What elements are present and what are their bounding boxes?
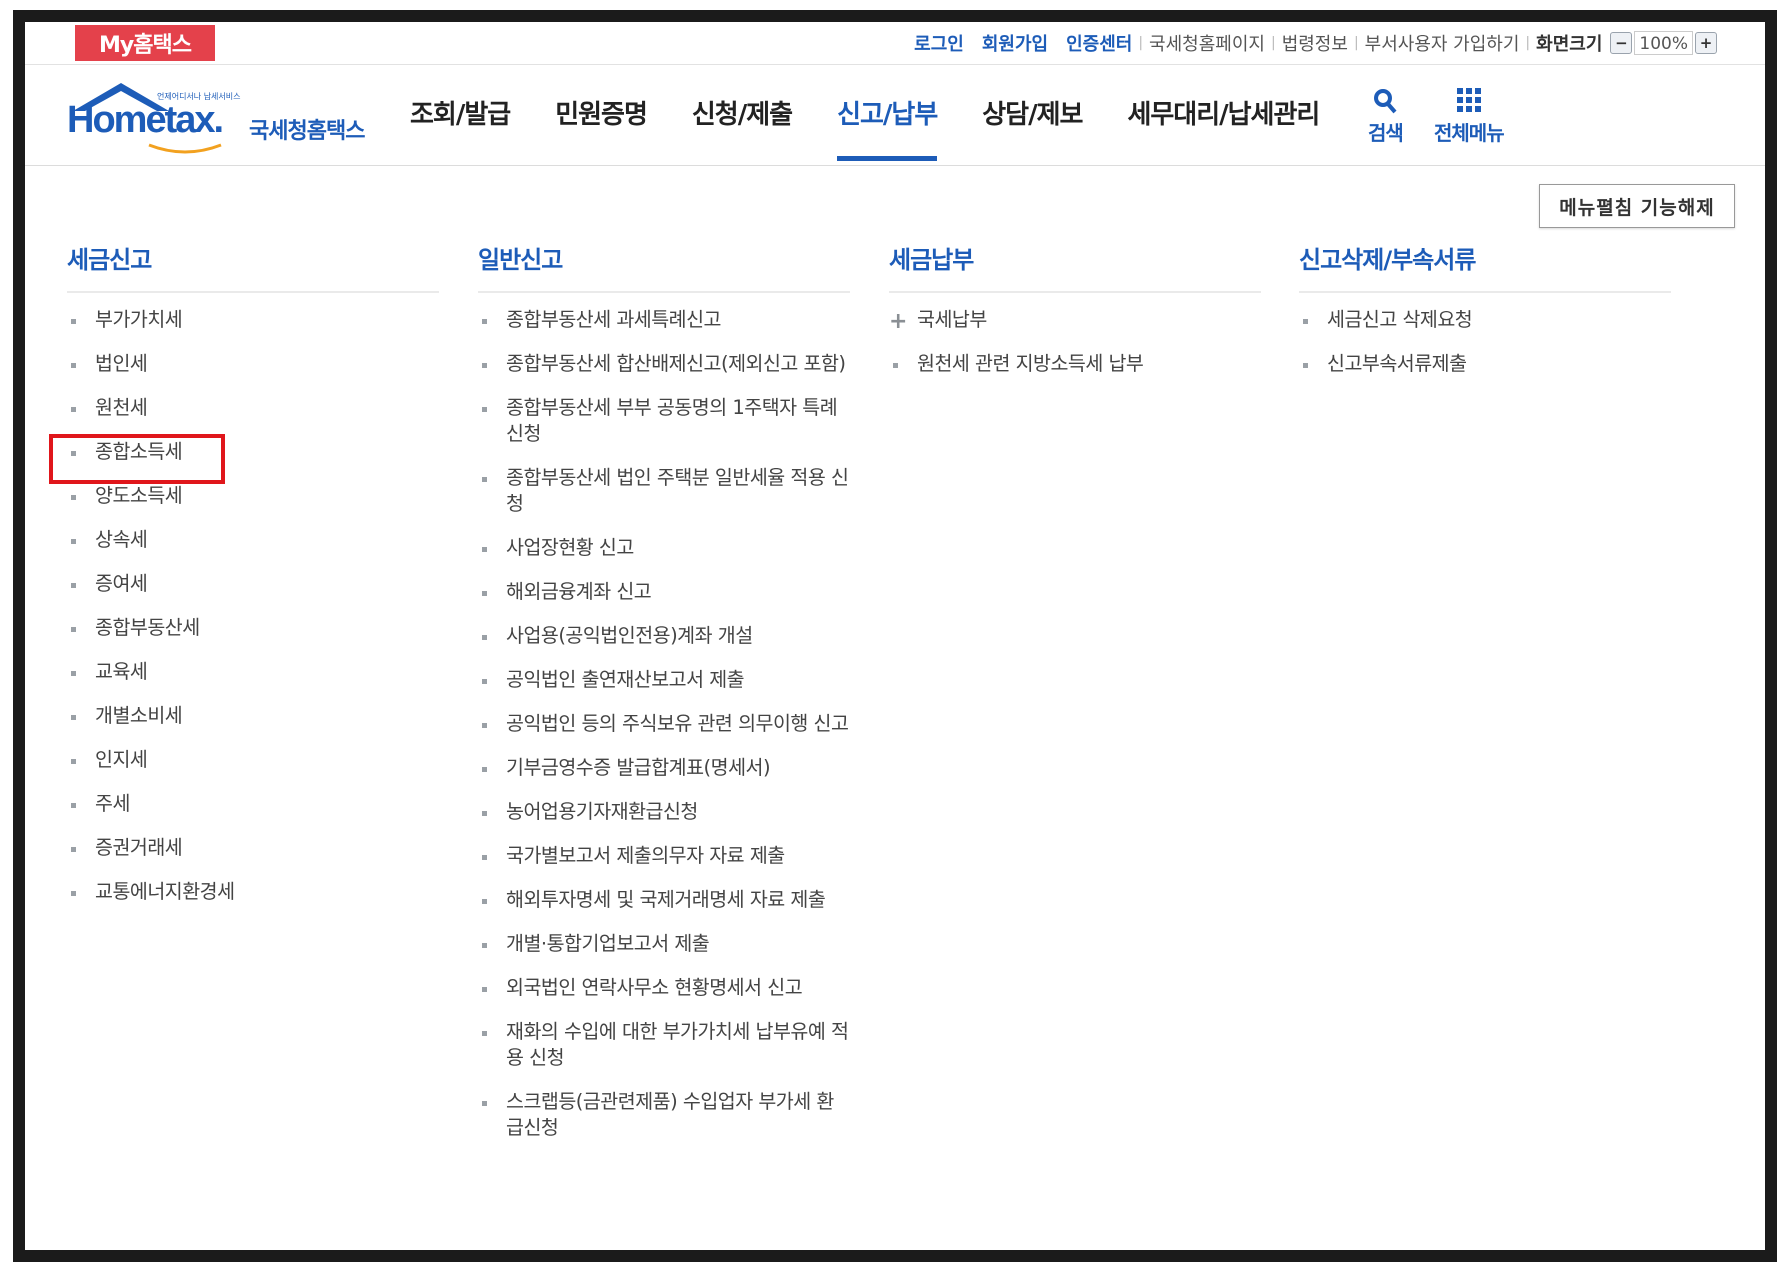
search-label: 검색 — [1368, 121, 1404, 145]
menu-item[interactable]: 국가별보고서 제출의무자 자료 제출 — [478, 843, 850, 869]
cert-center-link[interactable]: 인증센터 — [1066, 30, 1132, 56]
menu-column-general-filing: 일반신고 종합부동산세 과세특례신고 종합부동산세 합산배제신고(제외신고 포함… — [478, 240, 850, 1159]
menu-item-transfer-income-tax[interactable]: 양도소득세 — [67, 483, 439, 509]
logo-smile-icon — [148, 143, 222, 154]
menu-item[interactable]: 종합부동산세 법인 주택분 일반세율 적용 신청 — [478, 465, 850, 517]
app-frame: My홈택스 로그인 회원가입 인증센터 | 국세청홈페이지 | 법령정보 | 부… — [13, 10, 1777, 1262]
law-info-link[interactable]: 법령정보 — [1282, 30, 1348, 56]
menu-item-liquor-tax[interactable]: 주세 — [67, 791, 439, 817]
column-title: 세금납부 — [889, 240, 1261, 293]
menu-item-energy-tax[interactable]: 교통에너지환경세 — [67, 879, 439, 905]
menu-item[interactable]: 기부금영수증 발급합계표(명세서) — [478, 755, 850, 781]
menu-item[interactable]: 사업용(공익법인전용)계좌 개설 — [478, 623, 850, 649]
menu-item-local-income-tax-payment[interactable]: 원천세 관련 지방소득세 납부 — [889, 351, 1261, 377]
menu-item-withholding-tax[interactable]: 원천세 — [67, 395, 439, 421]
divider: | — [1270, 35, 1276, 51]
menu-item[interactable]: 종합부동산세 합산배제신고(제외신고 포함) — [478, 351, 850, 377]
menu-item-stamp-tax[interactable]: 인지세 — [67, 747, 439, 773]
nav-inquiry[interactable]: 조회/발급 — [410, 65, 511, 165]
menu-item-corporate-tax[interactable]: 법인세 — [67, 351, 439, 377]
menu-item[interactable]: 종합부동산세 과세특례신고 — [478, 307, 850, 333]
signup-link[interactable]: 회원가입 — [982, 30, 1048, 56]
divider: | — [1525, 35, 1531, 51]
search-button[interactable]: 검색 — [1368, 87, 1404, 146]
menu-item-gift-tax[interactable]: 증여세 — [67, 571, 439, 597]
nav-certificate[interactable]: 민원증명 — [555, 65, 648, 165]
nav-consult[interactable]: 상담/제보 — [982, 65, 1083, 165]
grid-icon — [1434, 87, 1504, 117]
plus-icon: + — [889, 309, 907, 334]
menu-fold-toggle-button[interactable]: 메뉴펼침 기능해제 — [1539, 184, 1735, 228]
login-link[interactable]: 로그인 — [914, 30, 964, 56]
menu-column-filing-deletion: 신고삭제/부속서류 세금신고 삭제요청 신고부속서류제출 — [1299, 240, 1671, 395]
divider: | — [1138, 35, 1144, 51]
header: 언제어디서나 납세서비스 Hometax. 국세청홈택스 조회/발급 민원증명 … — [25, 65, 1765, 166]
column-title: 신고삭제/부속서류 — [1299, 240, 1671, 293]
all-menu-label: 전체메뉴 — [1434, 121, 1505, 145]
menu-column-tax-filing: 세금신고 부가가치세 법인세 원천세 종합소득세 양도소득세 상속세 증여세 종… — [67, 240, 439, 923]
zoom-in-button[interactable]: + — [1695, 32, 1717, 54]
menu-item-attachment-submit[interactable]: 신고부속서류제출 — [1299, 351, 1671, 377]
menu-item[interactable]: 공익법인 등의 주식보유 관련 의무이행 신고 — [478, 711, 850, 737]
menu-item-national-tax-payment[interactable]: + 국세납부 — [889, 307, 1261, 334]
search-icon — [1368, 87, 1403, 117]
zoom-level: 100% — [1634, 31, 1693, 55]
screen-size-label: 화면크기 — [1536, 34, 1603, 55]
menu-item[interactable]: 공익법인 출연재산보고서 제출 — [478, 667, 850, 693]
column-title: 세금신고 — [67, 240, 439, 293]
menu-item-education-tax[interactable]: 교육세 — [67, 659, 439, 685]
logo-subtitle: 국세청홈택스 — [249, 119, 365, 144]
menu-item-securities-tax[interactable]: 증권거래세 — [67, 835, 439, 861]
divider: | — [1353, 35, 1359, 51]
utility-bar: My홈택스 로그인 회원가입 인증센터 | 국세청홈페이지 | 법령정보 | 부… — [25, 22, 1765, 65]
zoom-out-button[interactable]: − — [1610, 32, 1633, 54]
my-hometax-button[interactable]: My홈택스 — [75, 25, 215, 61]
menu-item[interactable]: 종합부동산세 부부 공동명의 1주택자 특례 신청 — [478, 395, 850, 447]
menu-item-inheritance-tax[interactable]: 상속세 — [67, 527, 439, 553]
menu-item[interactable]: 개별·통합기업보고서 제출 — [478, 931, 850, 957]
menu-item-excise-tax[interactable]: 개별소비세 — [67, 703, 439, 729]
highlight-box — [49, 434, 225, 484]
menu-item[interactable]: 재화의 수입에 대한 부가가치세 납부유예 적용 신청 — [478, 1019, 850, 1071]
menu-item-vat[interactable]: 부가가치세 — [67, 307, 439, 333]
nav-tax-agent[interactable]: 세무대리/납세관리 — [1127, 65, 1320, 165]
menu-item[interactable]: 외국법인 연락사무소 현황명세서 신고 — [478, 975, 850, 1001]
main-nav: 조회/발급 민원증명 신청/제출 신고/납부 상담/제보 세무대리/납세관리 — [410, 65, 1364, 165]
nav-filing-payment[interactable]: 신고/납부 — [837, 65, 938, 165]
column-title: 일반신고 — [478, 240, 850, 293]
menu-column-tax-payment: 세금납부 + 국세납부 원천세 관련 지방소득세 납부 — [889, 240, 1261, 395]
menu-item[interactable]: 해외투자명세 및 국제거래명세 자료 제출 — [478, 887, 850, 913]
menu-item[interactable]: 농어업용기자재환급신청 — [478, 799, 850, 825]
menu-item-label: 국세납부 — [917, 308, 987, 331]
hometax-logo[interactable]: 언제어디서나 납세서비스 Hometax. 국세청홈택스 — [67, 79, 367, 154]
all-menu-button[interactable]: 전체메뉴 — [1434, 87, 1505, 146]
menu-item-real-estate-tax[interactable]: 종합부동산세 — [67, 615, 439, 641]
nts-homepage-link[interactable]: 국세청홈페이지 — [1149, 30, 1265, 56]
dept-user-signup-link[interactable]: 부서사용자 가입하기 — [1365, 30, 1520, 56]
menu-item-delete-request[interactable]: 세금신고 삭제요청 — [1299, 307, 1671, 333]
menu-item[interactable]: 사업장현황 신고 — [478, 535, 850, 561]
nav-application[interactable]: 신청/제출 — [692, 65, 793, 165]
logo-wordmark: Hometax. — [67, 99, 224, 141]
menu-item[interactable]: 스크랩등(금관련제품) 수입업자 부가세 환급신청 — [478, 1089, 850, 1141]
utility-links: 로그인 회원가입 인증센터 | 국세청홈페이지 | 법령정보 | 부서사용자 가… — [896, 28, 1717, 58]
menu-item[interactable]: 해외금융계좌 신고 — [478, 579, 850, 605]
